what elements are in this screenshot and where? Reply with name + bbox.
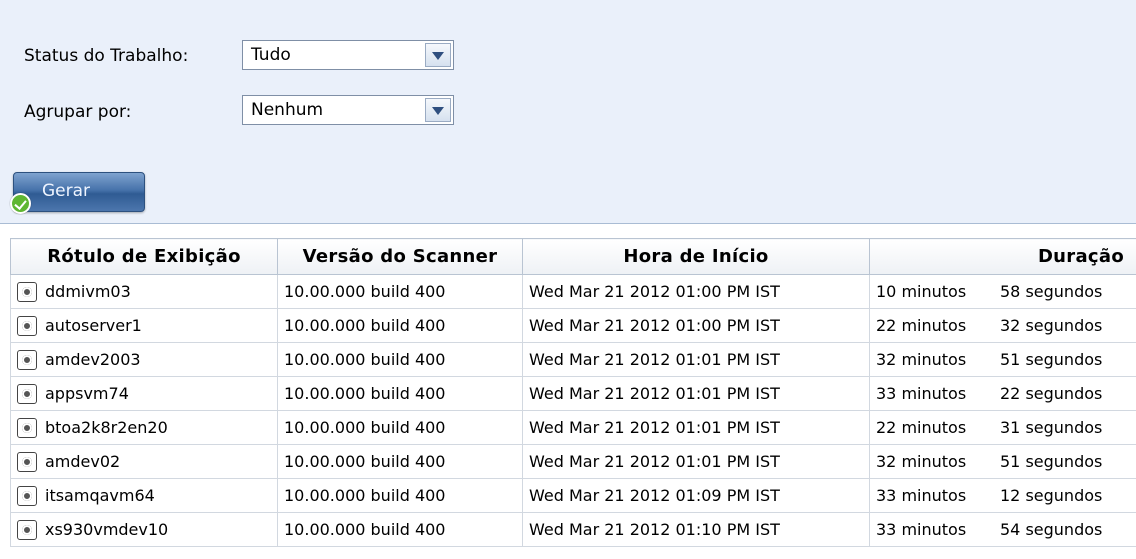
table-row[interactable]: autoserver1 10.00.000 build 400 Wed Mar 21… [10,308,1136,343]
duration-seconds: 51 segundos [1000,350,1103,369]
table-row[interactable]: btoa2k8r2en20 10.00.000 build 400 Wed Mar … [10,410,1136,445]
column-header-version[interactable]: Versão do Scanner [277,238,523,275]
display-label[interactable]: amdev02 [45,452,120,471]
display-label[interactable]: xs930vmdev10 [45,520,168,539]
cell-duration: 10 minutos 58 segundos [869,274,1136,309]
duration-seconds: 32 segundos [1000,316,1103,335]
cell-version: 10.00.000 build 400 [277,342,523,377]
group-select[interactable]: Nenhum [242,95,454,125]
cell-start: Wed Mar 21 2012 01:01 PM IST [522,376,870,411]
filter-panel: Status do Trabalho: Tudo Agrupar por: Ne… [0,0,1136,224]
cell-label: xs930vmdev10 [10,512,278,547]
status-select[interactable]: Tudo [242,40,454,70]
duration-seconds: 51 segundos [1000,452,1103,471]
cell-start: Wed Mar 21 2012 01:01 PM IST [522,410,870,445]
check-icon [10,193,31,214]
cell-duration: 22 minutos 31 segundos [869,410,1136,445]
cell-duration: 32 minutos 51 segundos [869,444,1136,479]
cell-version: 10.00.000 build 400 [277,376,523,411]
cell-duration: 32 minutos 51 segundos [869,342,1136,377]
duration-minutes: 10 minutos [876,282,967,301]
table-row[interactable]: itsamqavm64 10.00.000 build 400 Wed Mar 21… [10,478,1136,513]
duration-minutes: 32 minutos [876,452,967,471]
cell-duration: 22 minutos 32 segundos [869,308,1136,343]
table-row[interactable]: appsvm74 10.00.000 build 400 Wed Mar 21 20… [10,376,1136,411]
cell-duration: 33 minutos 12 segundos [869,478,1136,513]
chevron-down-icon [432,107,444,115]
display-label[interactable]: ddmivm03 [45,282,131,301]
cell-version: 10.00.000 build 400 [277,512,523,547]
cell-start: Wed Mar 21 2012 01:00 PM IST [522,274,870,309]
cell-start: Wed Mar 21 2012 01:01 PM IST [522,342,870,377]
column-header-duration[interactable]: Duração [869,238,1136,275]
duration-seconds: 22 segundos [1000,384,1103,403]
cell-label: amdev02 [10,444,278,479]
status-label: Status do Trabalho: [24,46,189,66]
display-label[interactable]: autoserver1 [45,316,142,335]
display-label[interactable]: amdev2003 [45,350,141,369]
cell-duration: 33 minutos 22 segundos [869,376,1136,411]
column-header-start[interactable]: Hora de Início [522,238,870,275]
node-icon [17,417,37,438]
table-row[interactable]: amdev02 10.00.000 build 400 Wed Mar 21 201… [10,444,1136,479]
generate-button-label: Gerar [42,181,91,201]
duration-seconds: 12 segundos [1000,486,1103,505]
group-dropdown-button[interactable] [425,98,451,122]
chevron-down-icon [432,52,444,60]
cell-label: btoa2k8r2en20 [10,410,278,445]
cell-label: amdev2003 [10,342,278,377]
table-row[interactable]: amdev2003 10.00.000 build 400 Wed Mar 21 2… [10,342,1136,377]
cell-version: 10.00.000 build 400 [277,274,523,309]
cell-label: itsamqavm64 [10,478,278,513]
node-icon [17,519,37,540]
results-table: Rótulo de Exibição Versão do Scanner Hor… [10,238,1136,547]
duration-seconds: 31 segundos [1000,418,1103,437]
node-icon [17,451,37,472]
node-icon [17,281,37,302]
status-select-value: Tudo [251,45,291,65]
generate-button[interactable]: Gerar [13,172,145,212]
group-label: Agrupar por: [24,102,132,122]
duration-seconds: 54 segundos [1000,520,1103,539]
cell-label: autoserver1 [10,308,278,343]
cell-start: Wed Mar 21 2012 01:09 PM IST [522,478,870,513]
cell-duration: 33 minutos 54 segundos [869,512,1136,547]
duration-minutes: 33 minutos [876,520,967,539]
table-row[interactable]: xs930vmdev10 10.00.000 build 400 Wed Mar 2… [10,512,1136,547]
cell-version: 10.00.000 build 400 [277,308,523,343]
display-label[interactable]: appsvm74 [45,384,129,403]
group-select-value: Nenhum [251,100,324,120]
column-header-label[interactable]: Rótulo de Exibição [10,238,278,275]
cell-version: 10.00.000 build 400 [277,410,523,445]
table-header-row: Rótulo de Exibição Versão do Scanner Hor… [10,238,1136,275]
cell-version: 10.00.000 build 400 [277,444,523,479]
duration-seconds: 58 segundos [1000,282,1103,301]
duration-minutes: 32 minutos [876,350,967,369]
cell-start: Wed Mar 21 2012 01:01 PM IST [522,444,870,479]
cell-start: Wed Mar 21 2012 01:00 PM IST [522,308,870,343]
cell-label: appsvm74 [10,376,278,411]
duration-minutes: 33 minutos [876,486,967,505]
table-row[interactable]: ddmivm03 10.00.000 build 400 Wed Mar 21 20… [10,274,1136,309]
duration-minutes: 22 minutos [876,418,967,437]
status-dropdown-button[interactable] [425,43,451,67]
cell-label: ddmivm03 [10,274,278,309]
display-label[interactable]: btoa2k8r2en20 [45,418,168,437]
display-label[interactable]: itsamqavm64 [45,486,155,505]
node-icon [17,349,37,370]
cell-version: 10.00.000 build 400 [277,478,523,513]
node-icon [17,315,37,336]
node-icon [17,485,37,506]
duration-minutes: 33 minutos [876,384,967,403]
node-icon [17,383,37,404]
duration-minutes: 22 minutos [876,316,967,335]
cell-start: Wed Mar 21 2012 01:10 PM IST [522,512,870,547]
